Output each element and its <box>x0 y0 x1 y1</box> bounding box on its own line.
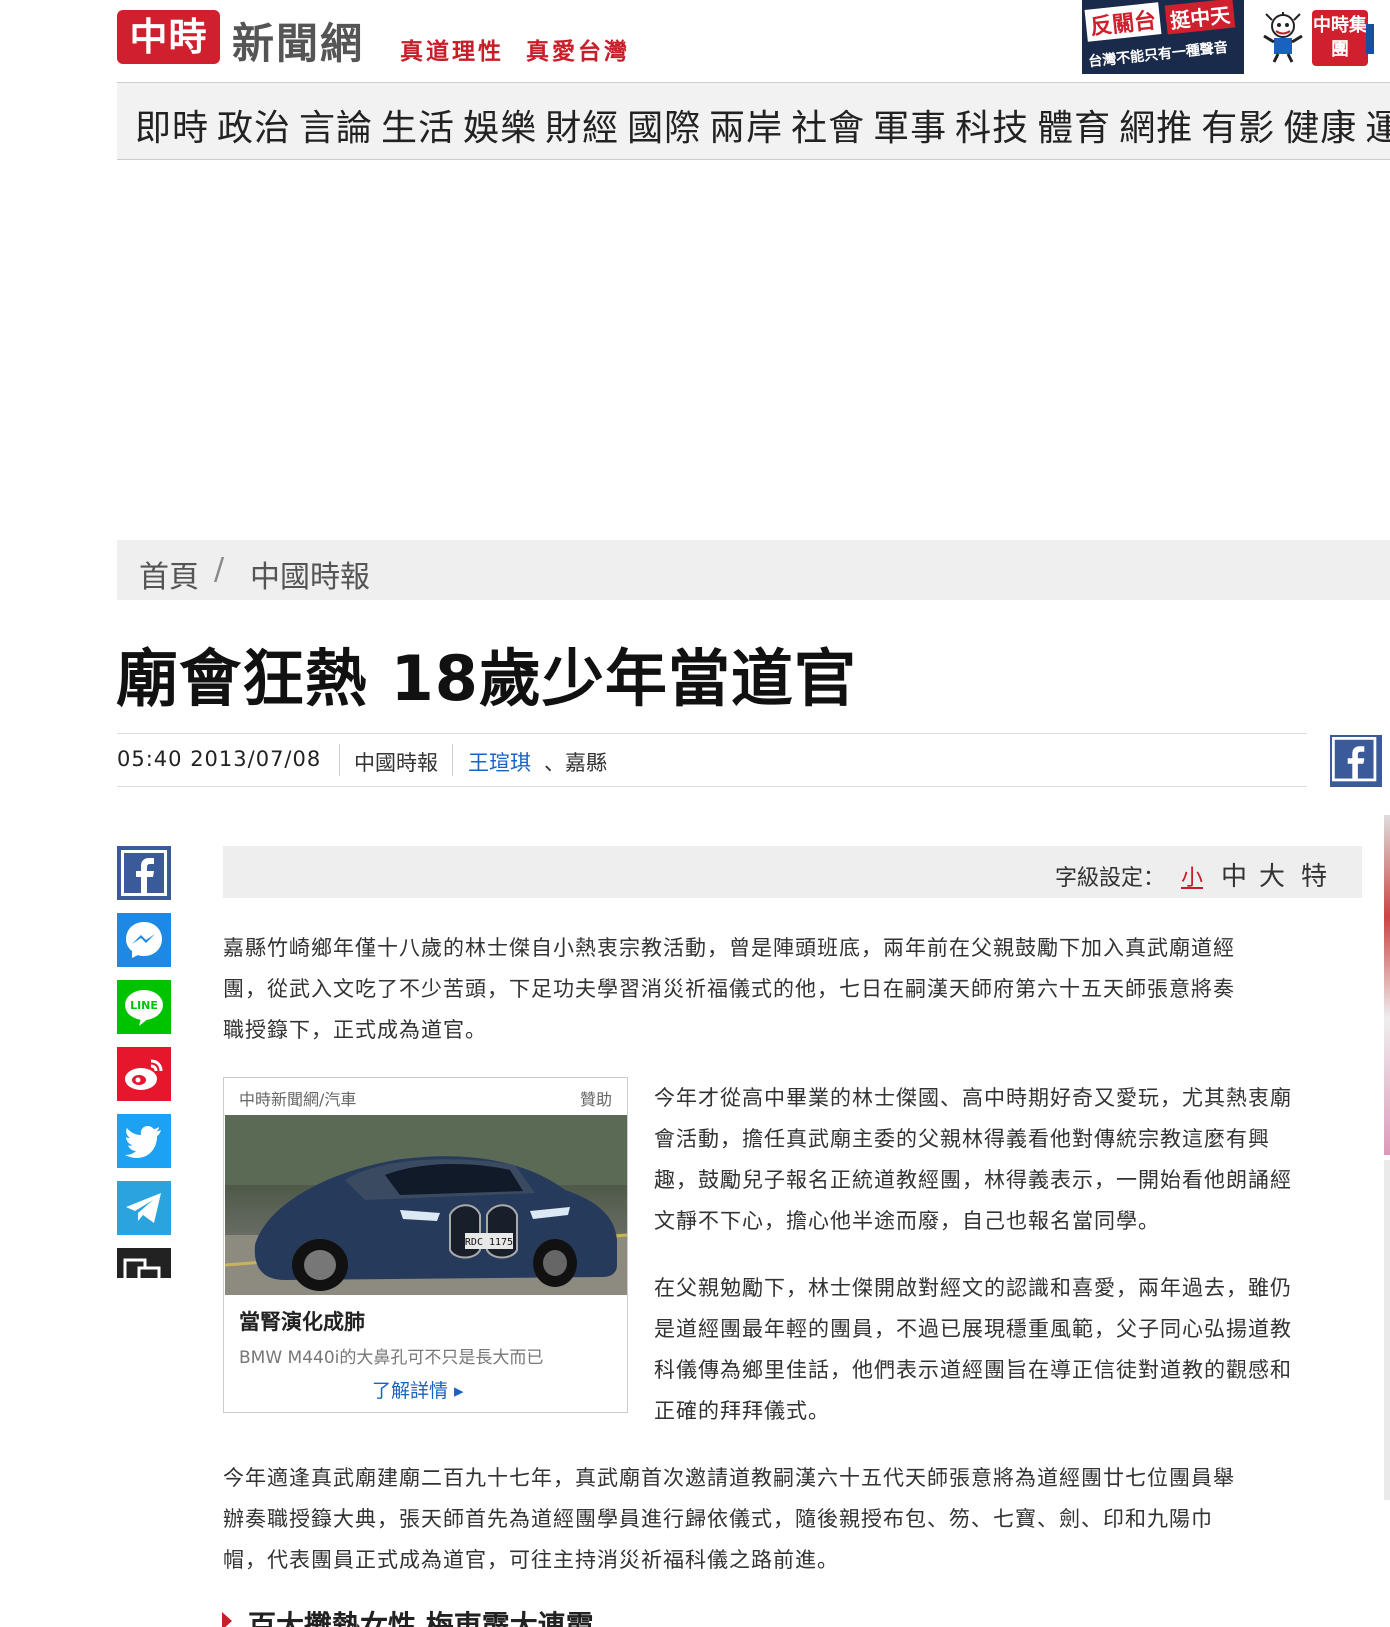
breadcrumb-separator: / <box>214 552 225 587</box>
ad-learn-more-link[interactable]: 了解詳情 ▸ <box>372 1376 464 1403</box>
ad-description: BMW M440i的大鼻孔可不只是長大而已 <box>239 1348 544 1368</box>
article-meta: 05:40 2013/07/08 中國時報 王瑄琪 、嘉縣 <box>117 733 1307 787</box>
share-line-button[interactable]: LINE <box>117 980 171 1034</box>
header-edge-decor <box>1366 24 1374 54</box>
font-size-bar: 字級設定： 小 中 大 特 <box>223 846 1362 898</box>
paragraph-line: 今年才從高中畢業的林士傑國、高中時期好奇又愛玩，尤其熱衷廟 <box>654 1086 1292 1110</box>
font-size-label: 字級設定： <box>1055 866 1166 891</box>
promo-banner[interactable]: 反關台 挺中天 台灣不能只有一種聲音 <box>1082 0 1244 74</box>
related-article-link[interactable]: 百大攤熱女性 梅東霹大連霞 <box>248 1604 594 1627</box>
promo-line-1: 反關台 <box>1084 2 1162 42</box>
mascot-icon[interactable] <box>1262 12 1304 64</box>
ad-sponsored-label: 贊助 <box>579 1090 612 1109</box>
paragraph-line: 帽，代表團員正式成為道官，可往主持消災祈福科儀之路前進。 <box>223 1548 839 1572</box>
article-location: 、嘉縣 <box>544 751 607 775</box>
share-facebook-button[interactable] <box>117 846 171 900</box>
share-weibo-button[interactable] <box>117 1047 171 1101</box>
share-telegram-button[interactable] <box>117 1181 171 1235</box>
nav-item[interactable]: 政治 <box>217 99 291 151</box>
facebook-icon <box>1332 737 1377 782</box>
main-nav: 即時政治言論生活娛樂財經國際兩岸社會軍事科技體育網推有影健康運勢 <box>117 82 1390 160</box>
nav-item[interactable]: 言論 <box>299 99 373 151</box>
nav-item[interactable]: 財經 <box>545 99 619 151</box>
copy-link-icon <box>117 1248 171 1278</box>
weibo-icon <box>117 1047 171 1101</box>
article-paragraph-4: 今年適逢真武廟建廟二百九十七年，真武廟首次邀請道教嗣漢六十五代天師張意將為道經團… <box>223 1458 1373 1581</box>
paragraph-line: 文靜不下心，擔心他半途而廢，自己也報名當同學。 <box>654 1209 1160 1233</box>
svg-text:RDC 1175: RDC 1175 <box>465 1237 513 1248</box>
share-messenger-button[interactable] <box>117 913 171 967</box>
article-title: 廟會狂熱 18歲少年當道官 <box>116 642 857 715</box>
publish-time: 05:40 2013/07/08 <box>117 747 322 771</box>
next-arrow-icon <box>222 1612 232 1627</box>
breadcrumb-section[interactable]: 中國時報 <box>250 552 370 596</box>
paragraph-line: 辦奏職授籙大典，張天師首先為道經團學員進行歸依儀式，隨後親授布包、笏、七寶、劍、… <box>223 1507 1213 1531</box>
paragraph-line: 趣，鼓勵兒子報名正統道教經團，林得義表示，一開始看他朗誦經 <box>654 1168 1292 1192</box>
paragraph-line: 團，從武入文吃了不少苦頭，下足功夫學習消災祈福儀式的他，七日在嗣漢天師府第六十五… <box>223 977 1235 1001</box>
ad-source: 中時新聞網/汽車 <box>239 1090 357 1109</box>
nav-item[interactable]: 社會 <box>791 99 865 151</box>
line-icon: LINE <box>117 980 171 1034</box>
paragraph-line: 是道經團最年輕的團員，不過已展現穩重風範，父子同心弘揚道教 <box>654 1317 1292 1341</box>
nav-item[interactable]: 網推 <box>1119 99 1193 151</box>
nav-item[interactable]: 生活 <box>381 99 455 151</box>
meta-divider <box>339 744 340 776</box>
nav-item[interactable]: 健康 <box>1283 99 1357 151</box>
ad-image[interactable]: RDC 1175 <box>225 1115 627 1295</box>
paragraph-line: 會活動，擔任真武廟主委的父親林得義看他對傳統宗教這麼有興 <box>654 1127 1270 1151</box>
site-logo[interactable]: 中時 <box>117 10 220 64</box>
breadcrumb: 首頁 / 中國時報 <box>117 540 1390 600</box>
svg-text:LINE: LINE <box>130 999 158 1012</box>
car-illustration: RDC 1175 <box>225 1115 627 1295</box>
share-twitter-button[interactable] <box>117 1114 171 1168</box>
font-size-large[interactable]: 大 <box>1259 856 1285 893</box>
nav-item[interactable]: 科技 <box>955 99 1029 151</box>
paragraph-line: 嘉縣竹崎鄉年僅十八歲的林士傑自小熱衷宗教活動，曾是陣頭班底，兩年前在父親鼓勵下加… <box>223 936 1235 960</box>
nav-item[interactable]: 國際 <box>627 99 701 151</box>
group-logo[interactable]: 中時集團 <box>1312 10 1368 66</box>
nav-item[interactable]: 兩岸 <box>709 99 783 151</box>
telegram-icon <box>117 1181 171 1235</box>
side-ad-strip[interactable] <box>1384 815 1390 1155</box>
article-paragraph-3: 在父親勉勵下，林士傑開啟對經文的認識和喜愛，兩年過去，雖仍 是道經團最年輕的團員… <box>654 1268 1374 1432</box>
article-author[interactable]: 王瑄琪 <box>468 747 531 777</box>
side-ad-strip[interactable] <box>1384 1160 1390 1500</box>
ad-headline[interactable]: 當腎演化成肺 <box>239 1306 365 1336</box>
facebook-icon <box>117 846 171 900</box>
nav-item[interactable]: 有影 <box>1201 99 1275 151</box>
twitter-icon <box>117 1114 171 1168</box>
font-size-extra[interactable]: 特 <box>1301 856 1327 893</box>
paragraph-line: 科儀傳為鄉里佳話，他們表示道經團旨在導正信徒對道教的觀感和 <box>654 1358 1292 1382</box>
paragraph-line: 今年適逢真武廟建廟二百九十七年，真武廟首次邀請道教嗣漢六十五代天師張意將為道經團… <box>223 1466 1235 1490</box>
site-header: 中時 新聞網 真道理性 真愛台灣 反關台 挺中天 台灣不能只有一種聲音 中時集團 <box>0 0 1390 80</box>
article-paragraph-2: 今年才從高中畢業的林士傑國、高中時期好奇又愛玩，尤其熱衷廟 會活動，擔任真武廟主… <box>654 1078 1374 1242</box>
site-slogan: 真道理性 真愛台灣 <box>400 38 631 65</box>
facebook-share-button[interactable] <box>1330 735 1382 787</box>
paragraph-line: 正確的拜拜儀式。 <box>654 1399 830 1423</box>
nav-item[interactable]: 軍事 <box>873 99 947 151</box>
article-source: 中國時報 <box>354 751 438 775</box>
nav-item[interactable]: 運勢 <box>1365 99 1390 151</box>
site-logo-text[interactable]: 新聞網 <box>232 10 364 71</box>
font-size-small[interactable]: 小 <box>1181 860 1203 892</box>
paragraph-line: 在父親勉勵下，林士傑開啟對經文的認識和喜愛，兩年過去，雖仍 <box>654 1276 1292 1300</box>
paragraph-line: 職授籙下，正式成為道官。 <box>223 1018 487 1042</box>
messenger-icon <box>117 913 171 967</box>
meta-divider <box>452 744 453 776</box>
promo-line-2: 挺中天 <box>1164 0 1236 35</box>
share-copy-link-button[interactable] <box>117 1248 171 1278</box>
font-size-medium[interactable]: 中 <box>1221 856 1247 893</box>
nav-item[interactable]: 娛樂 <box>463 99 537 151</box>
promo-line-3: 台灣不能只有一種聲音 <box>1087 39 1229 71</box>
breadcrumb-home[interactable]: 首頁 <box>139 552 199 596</box>
nav-item[interactable]: 體育 <box>1037 99 1111 151</box>
article-paragraph-1: 嘉縣竹崎鄉年僅十八歲的林士傑自小熱衷宗教活動，曾是陣頭班底，兩年前在父親鼓勵下加… <box>223 928 1373 1051</box>
sponsored-card[interactable]: 中時新聞網/汽車 贊助 RDC 1175 當腎演化成肺 BMW M440i的大鼻… <box>223 1077 628 1413</box>
nav-item[interactable]: 即時 <box>135 99 209 151</box>
